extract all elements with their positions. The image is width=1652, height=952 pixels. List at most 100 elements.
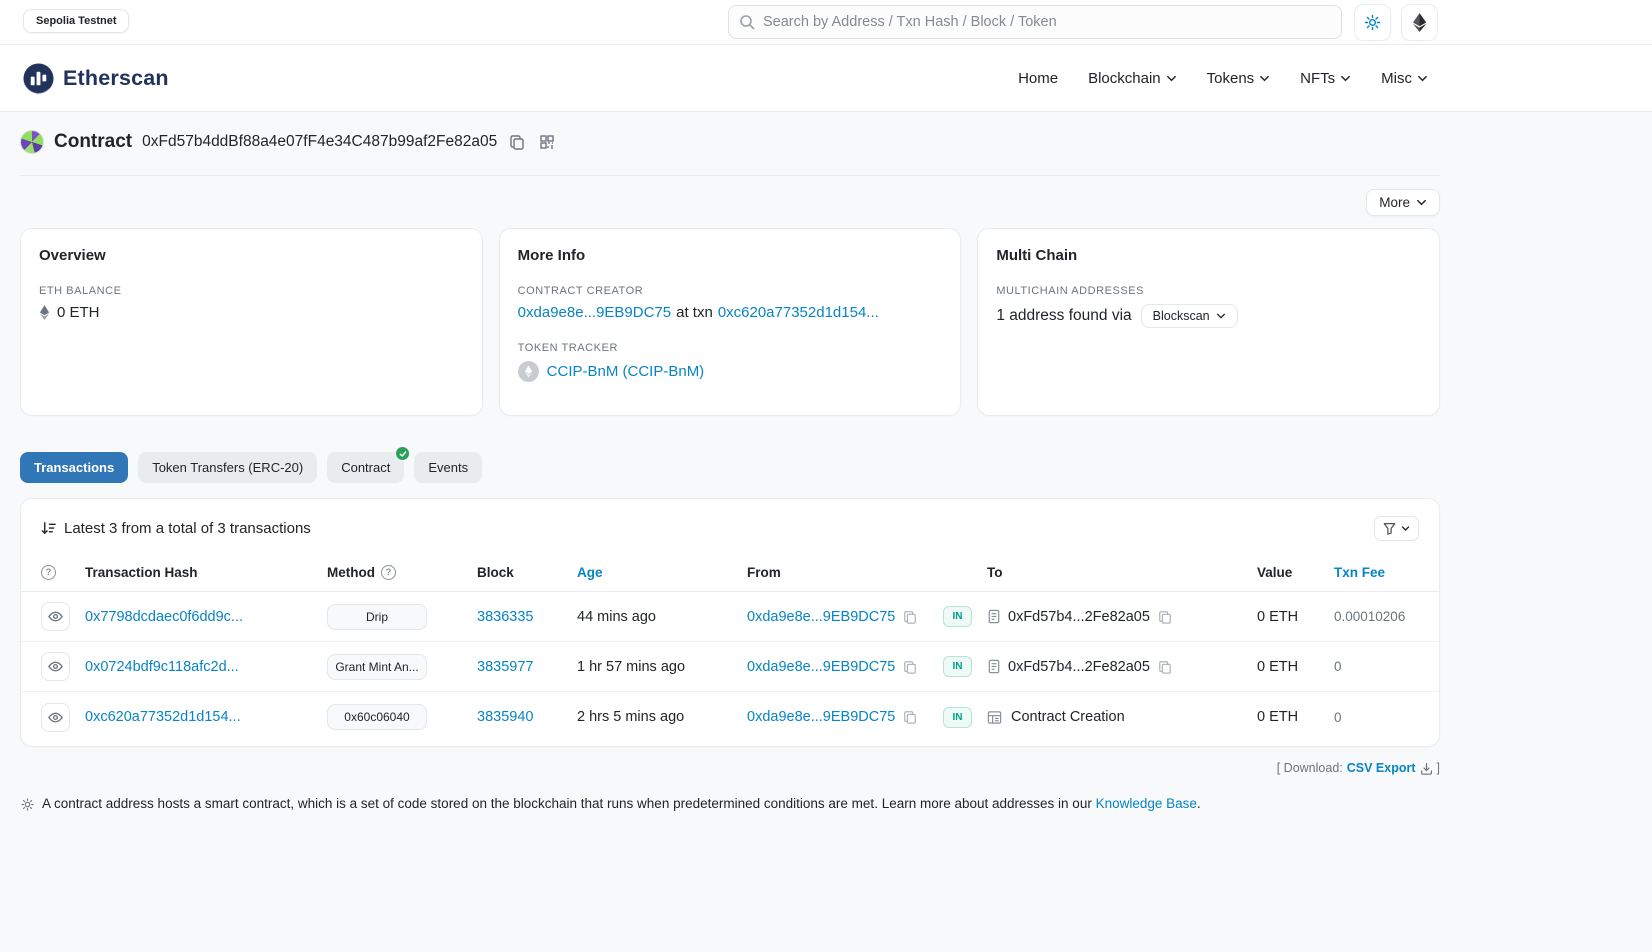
block-link[interactable]: 3836335 bbox=[477, 609, 533, 625]
creator-connector-text: at txn bbox=[676, 304, 713, 321]
filter-button[interactable] bbox=[1374, 516, 1419, 541]
tab-events[interactable]: Events bbox=[414, 452, 482, 483]
more-button-label: More bbox=[1379, 195, 1410, 210]
table-row: 0x0724bdf9c118afc2d... Grant Mint An... … bbox=[21, 642, 1439, 692]
chevron-down-icon bbox=[1416, 197, 1427, 208]
col-value: Value bbox=[1257, 565, 1292, 580]
qr-code-button[interactable] bbox=[537, 132, 557, 152]
download-prefix: [ Download: bbox=[1277, 761, 1343, 775]
col-transaction-hash: Transaction Hash bbox=[85, 565, 198, 580]
search-input[interactable] bbox=[763, 14, 1331, 30]
nav-item-tokens[interactable]: Tokens bbox=[1207, 70, 1271, 87]
footer-note-text: A contract address hosts a smart contrac… bbox=[42, 796, 1092, 811]
nav-item-label: NFTs bbox=[1300, 70, 1335, 87]
ethereum-icon bbox=[1412, 13, 1427, 32]
nav-item-home[interactable]: Home bbox=[1018, 70, 1058, 87]
creation-txn-link[interactable]: 0xc620a77352d1d154... bbox=[718, 304, 879, 321]
qr-code-icon bbox=[539, 134, 555, 150]
creator-address-link[interactable]: 0xda9e8e...9EB9DC75 bbox=[518, 304, 671, 321]
chevron-down-icon bbox=[1216, 311, 1226, 321]
help-icon[interactable]: ? bbox=[41, 565, 56, 580]
tx-preview-button[interactable] bbox=[41, 652, 70, 681]
copy-address-button[interactable] bbox=[507, 132, 527, 152]
from-address-link[interactable]: 0xda9e8e...9EB9DC75 bbox=[747, 659, 895, 675]
col-txn-fee-toggle[interactable]: Txn Fee bbox=[1334, 565, 1385, 580]
address-identicon bbox=[20, 130, 44, 154]
nav-menu: Home Blockchain Tokens NFTs bbox=[1018, 70, 1440, 87]
top-bar: Sepolia Testnet bbox=[0, 0, 1652, 45]
token-tracker-link[interactable]: CCIP-BnM (CCIP-BnM) bbox=[547, 363, 705, 380]
tab-token-transfers[interactable]: Token Transfers (ERC-20) bbox=[138, 452, 317, 483]
blockscan-label: Blockscan bbox=[1153, 309, 1210, 323]
network-switch-button[interactable] bbox=[1401, 4, 1438, 41]
eye-icon bbox=[48, 609, 63, 624]
token-logo-icon bbox=[518, 361, 539, 382]
brand-name: Etherscan bbox=[63, 66, 169, 91]
search-bar[interactable] bbox=[728, 5, 1342, 39]
method-badge[interactable]: Grant Mint An... bbox=[327, 654, 427, 680]
transactions-summary: Latest 3 from a total of 3 transactions bbox=[64, 520, 311, 537]
direction-badge: IN bbox=[943, 656, 972, 677]
tx-preview-button[interactable] bbox=[41, 602, 70, 631]
copy-icon[interactable] bbox=[1157, 659, 1173, 675]
verified-check-icon bbox=[395, 446, 410, 461]
from-address-link[interactable]: 0xda9e8e...9EB9DC75 bbox=[747, 609, 895, 625]
csv-export-link[interactable]: CSV Export bbox=[1347, 761, 1416, 775]
value-text: 0 ETH bbox=[1257, 609, 1298, 625]
tab-contract[interactable]: Contract bbox=[327, 452, 404, 483]
tx-hash-link[interactable]: 0xc620a77352d1d154... bbox=[85, 709, 241, 725]
tx-hash-link[interactable]: 0x0724bdf9c118afc2d... bbox=[85, 659, 239, 675]
more-info-card-title: More Info bbox=[518, 247, 943, 264]
table-header-row: ? Transaction Hash Method ? Block Age Fr… bbox=[21, 554, 1439, 592]
value-text: 0 ETH bbox=[1257, 659, 1298, 675]
knowledge-base-link[interactable]: Knowledge Base bbox=[1096, 796, 1197, 811]
tx-preview-button[interactable] bbox=[41, 703, 70, 732]
nav-item-misc[interactable]: Misc bbox=[1381, 70, 1428, 87]
chevron-down-icon bbox=[1166, 73, 1177, 84]
copy-icon[interactable] bbox=[902, 659, 918, 675]
tx-hash-link[interactable]: 0x7798dcdaec0f6dd9c... bbox=[85, 609, 243, 625]
copy-icon[interactable] bbox=[902, 609, 918, 625]
blockscan-dropdown-button[interactable]: Blockscan bbox=[1141, 304, 1238, 328]
nav-item-label: Home bbox=[1018, 70, 1058, 87]
download-icon bbox=[1420, 762, 1433, 775]
more-info-card: More Info CONTRACT CREATOR 0xda9e8e...9E… bbox=[499, 228, 962, 416]
etherscan-logo[interactable]: Etherscan bbox=[23, 63, 169, 94]
footer-note: A contract address hosts a smart contrac… bbox=[20, 796, 1440, 812]
token-tracker-label: TOKEN TRACKER bbox=[518, 342, 943, 354]
block-link[interactable]: 3835940 bbox=[477, 709, 533, 725]
copy-icon[interactable] bbox=[1157, 609, 1173, 625]
tab-transactions[interactable]: Transactions bbox=[20, 452, 128, 483]
theme-toggle-button[interactable] bbox=[1354, 4, 1391, 41]
block-link[interactable]: 3835977 bbox=[477, 659, 533, 675]
col-to: To bbox=[987, 565, 1003, 580]
col-age-toggle[interactable]: Age bbox=[577, 565, 603, 580]
tip-icon bbox=[20, 797, 35, 812]
eth-balance-label: ETH BALANCE bbox=[39, 285, 464, 297]
multichain-addresses-label: MULTICHAIN ADDRESSES bbox=[996, 285, 1421, 297]
download-suffix: ] bbox=[1437, 761, 1440, 775]
value-text: 0 ETH bbox=[1257, 709, 1298, 725]
copy-icon[interactable] bbox=[902, 709, 918, 725]
tab-contract-label: Contract bbox=[341, 460, 390, 475]
method-badge[interactable]: 0x60c06040 bbox=[327, 704, 427, 730]
footer-note-suffix: . bbox=[1197, 796, 1201, 811]
table-row: 0xc620a77352d1d154... 0x60c06040 3835940… bbox=[21, 692, 1439, 742]
sun-icon bbox=[1364, 14, 1381, 31]
from-address-link[interactable]: 0xda9e8e...9EB9DC75 bbox=[747, 709, 895, 725]
help-icon[interactable]: ? bbox=[381, 565, 396, 580]
method-badge[interactable]: Drip bbox=[327, 604, 427, 630]
more-dropdown-button[interactable]: More bbox=[1366, 189, 1440, 216]
contract-address: 0xFd57b4ddBf88a4e07fF4e34C487b99af2Fe82a… bbox=[142, 133, 497, 151]
nav-item-label: Blockchain bbox=[1088, 70, 1161, 87]
tab-bar: Transactions Token Transfers (ERC-20) Co… bbox=[20, 452, 1440, 483]
fee-text: 0.00010206 bbox=[1334, 609, 1405, 624]
network-selector-button[interactable]: Sepolia Testnet bbox=[23, 9, 129, 33]
fee-text: 0 bbox=[1334, 710, 1342, 725]
nav-item-blockchain[interactable]: Blockchain bbox=[1088, 70, 1177, 87]
transactions-panel: Latest 3 from a total of 3 transactions … bbox=[20, 498, 1440, 747]
nav-item-nfts[interactable]: NFTs bbox=[1300, 70, 1351, 87]
age-text: 1 hr 57 mins ago bbox=[577, 659, 685, 675]
eth-balance-value: 0 ETH bbox=[57, 304, 100, 321]
transactions-table: ? Transaction Hash Method ? Block Age Fr… bbox=[21, 554, 1439, 742]
